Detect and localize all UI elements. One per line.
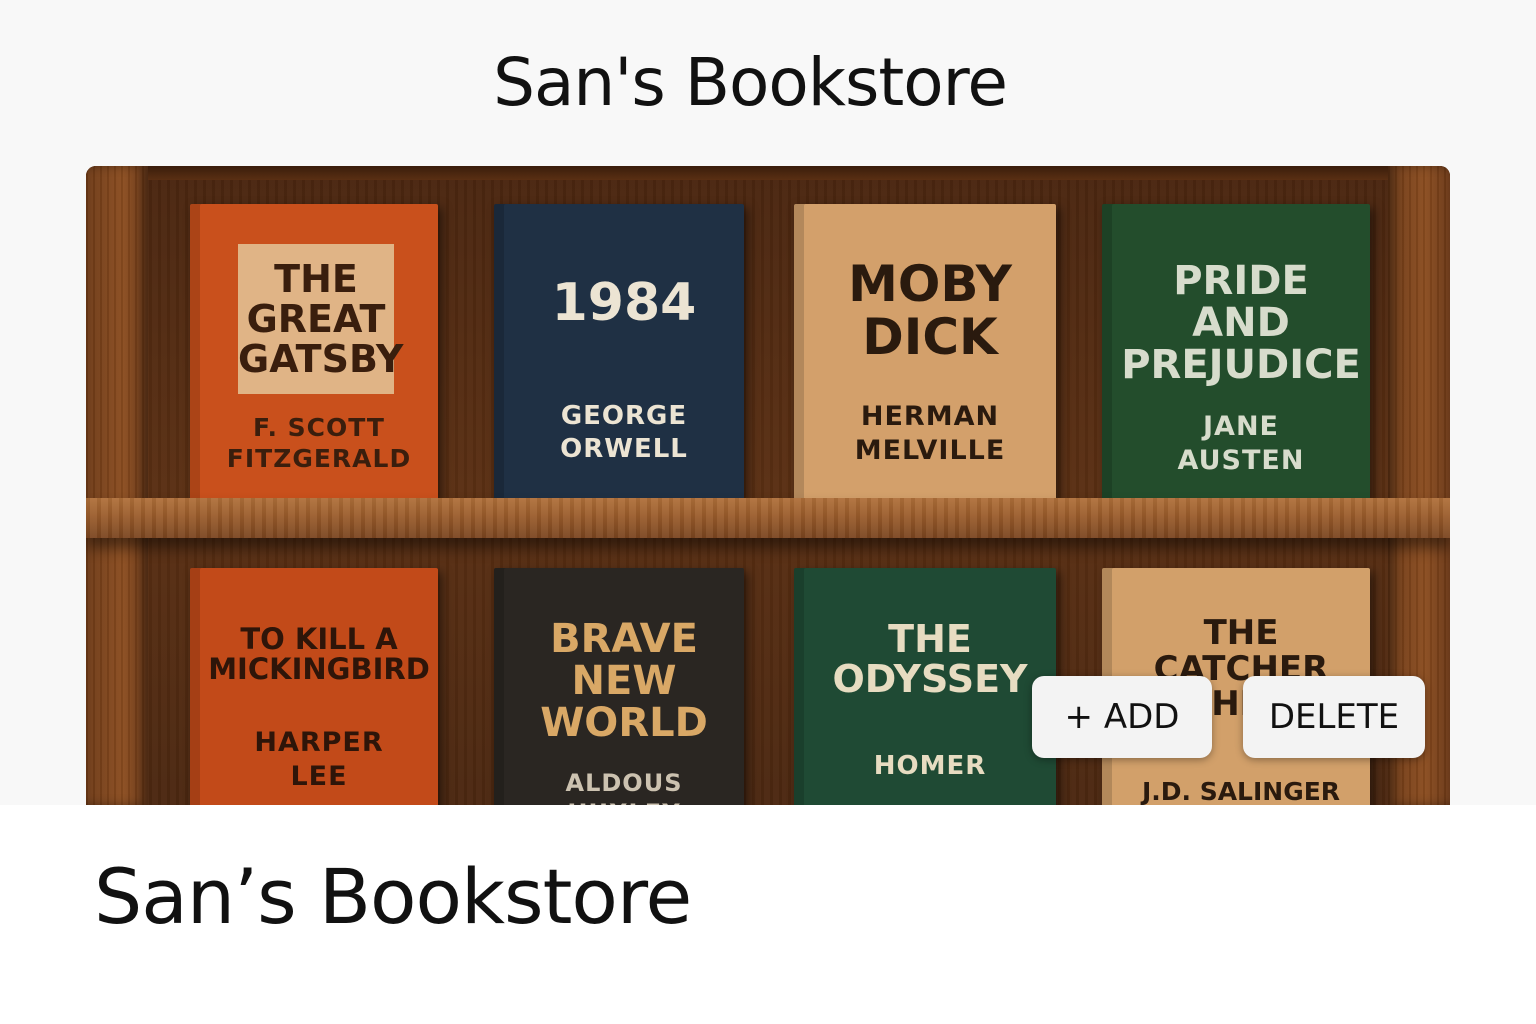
book-to-kill-a-mockingbird[interactable]: TO KILL A MICKINGBIRD HARPER LEE — [190, 568, 438, 805]
book-author: GEORGE ORWELL — [560, 401, 688, 464]
book-title: TO KILL A MICKINGBIRD — [208, 622, 430, 687]
book-author: HOMER — [873, 751, 987, 781]
book-author: HARPER LEE — [254, 727, 384, 792]
book-author: ALDOUS HUXLEY — [565, 769, 683, 805]
footer-title: San’s Bookstore — [94, 852, 692, 941]
book-the-great-gatsby[interactable]: THE GREAT GATSBY F. SCOTT FITZGERALD — [190, 204, 438, 500]
shelf-plank — [86, 498, 1450, 538]
book-title: PRIDE AND PREJUDICE — [1121, 258, 1361, 388]
book-author: J.D. SALINGER — [1141, 777, 1341, 805]
book-author: JANE AUSTEN — [1177, 411, 1305, 476]
book-the-odyssey[interactable]: THE ODYSSEY HOMER — [794, 568, 1056, 805]
add-button[interactable]: + ADD — [1032, 676, 1212, 758]
book-title: THE ODYSSEY — [832, 617, 1028, 701]
book-1984[interactable]: 1984 GEORGE ORWELL — [494, 204, 744, 500]
book-moby-dick[interactable]: MOBY DICK HERMAN MELVILLE — [794, 204, 1056, 500]
book-brave-new-world[interactable]: BRAVE NEW WORLD ALDOUS HUXLEY — [494, 568, 744, 805]
delete-button[interactable]: DELETE — [1243, 676, 1425, 758]
shelf-top-board — [86, 166, 1450, 180]
book-pride-and-prejudice[interactable]: PRIDE AND PREJUDICE JANE AUSTEN — [1102, 204, 1370, 500]
book-title: MOBY DICK — [848, 255, 1012, 366]
book-author: F. SCOTT FITZGERALD — [226, 413, 412, 474]
book-title: 1984 — [551, 273, 697, 333]
book-title: THE GREAT GATSBY — [238, 257, 404, 381]
book-title: BRAVE NEW WORLD — [540, 616, 708, 746]
page-title: San's Bookstore — [493, 44, 1008, 121]
book-author: HERMAN MELVILLE — [854, 401, 1006, 466]
shelf-side-left — [86, 166, 148, 805]
